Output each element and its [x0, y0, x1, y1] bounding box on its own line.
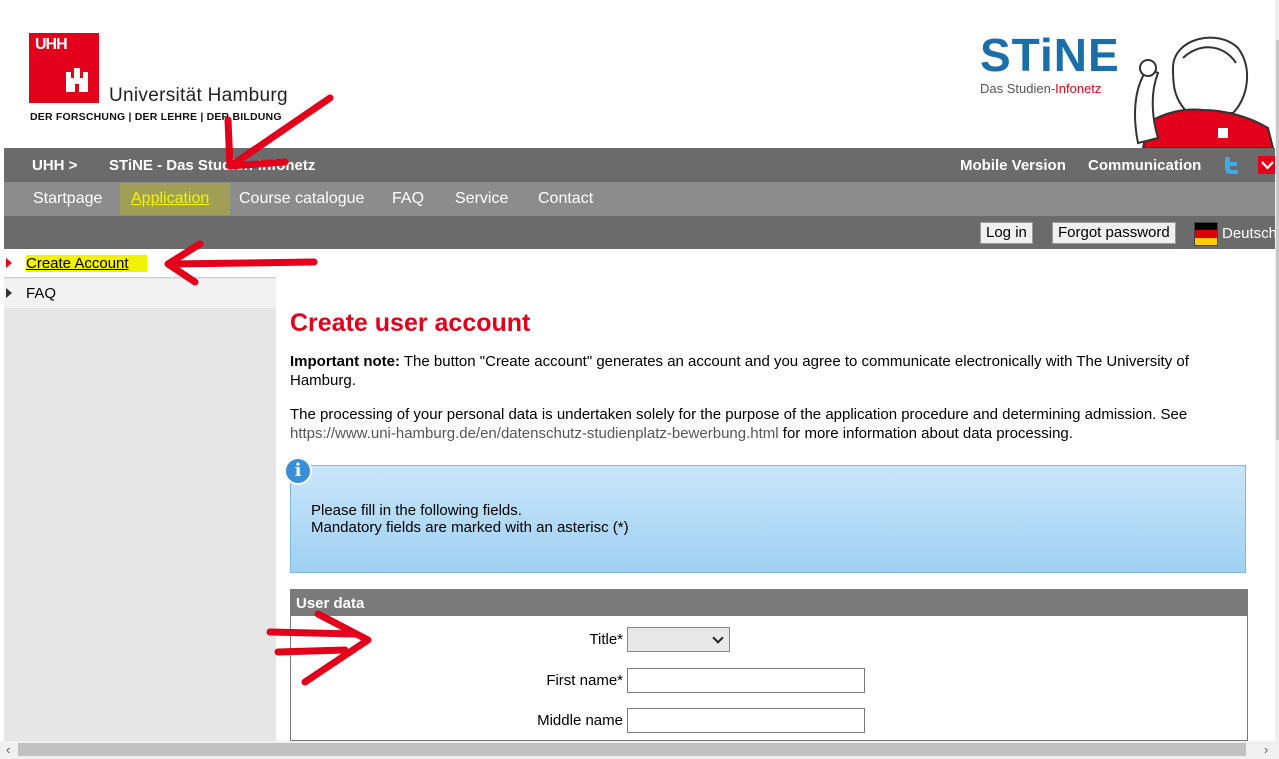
stine-logo[interactable]: STiNE [980, 28, 1120, 82]
sidebar-item-faq[interactable]: FAQ [4, 279, 276, 308]
middle-name-label: Middle name [537, 712, 623, 729]
university-name: Universität Hamburg [109, 85, 288, 106]
important-note-label: Important note: [290, 353, 400, 370]
stine-subtitle-a: Das Studien- [980, 81, 1056, 96]
uhh-logo[interactable]: UHH [29, 33, 99, 103]
privacy-note: The processing of your personal data is … [290, 405, 1240, 443]
stine-mascot-illustration [1134, 36, 1275, 148]
privacy-text: The processing of your personal data is … [290, 406, 1188, 423]
title-select[interactable] [627, 627, 730, 652]
login-button[interactable]: Log in [980, 222, 1033, 244]
castle-icon [66, 68, 88, 92]
chevron-down-icon [712, 632, 724, 644]
privacy-link[interactable]: https://www.uni-hamburg.de/en/datenschut… [290, 425, 779, 442]
stine-subtitle: Das Studien-Infonetz [980, 81, 1101, 96]
page-header: UHH Universität Hamburg DER FORSCHUNG | … [0, 0, 1279, 148]
triangle-right-icon [6, 258, 12, 268]
form-row-first-name: First name* [291, 668, 1249, 694]
nav-startpage[interactable]: Startpage [33, 190, 102, 208]
sidebar-item-label: Create Account [26, 255, 147, 272]
nav-faq[interactable]: FAQ [392, 190, 424, 208]
form-row-middle-name: Middle name [291, 708, 1249, 734]
info-box: i Please fill in the following fields. M… [284, 457, 1246, 573]
nav-application[interactable]: Application [131, 190, 209, 208]
important-note: Important note: The button "Create accou… [290, 352, 1240, 390]
middle-name-field[interactable] [627, 708, 865, 733]
nav-contact[interactable]: Contact [538, 190, 593, 208]
info-line-1: Please fill in the following fields. [311, 502, 522, 519]
stine-subtitle-b: Infonetz [1055, 81, 1102, 96]
triangle-right-icon [6, 288, 12, 298]
page-title: Create user account [290, 309, 531, 337]
first-name-label: First name* [546, 672, 623, 689]
breadcrumb-uhh[interactable]: UHH > [32, 157, 77, 174]
german-flag-icon[interactable] [1194, 222, 1218, 246]
breadcrumb-stine[interactable]: STiNE - Das Studien-Infonetz [109, 157, 315, 174]
info-line-2: Mandatory fields are marked with an aste… [311, 519, 629, 536]
title-label: Title* [589, 631, 623, 648]
sidebar-item-label: FAQ [26, 285, 57, 302]
login-bar: Log in Forgot password Deutsch [4, 216, 1279, 249]
horizontal-scrollbar-thumb[interactable] [18, 743, 1246, 756]
main-navigation: Startpage Application Course catalogue F… [4, 182, 1279, 216]
first-name-field[interactable] [627, 668, 865, 693]
horizontal-scrollbar[interactable]: ‹ › [0, 741, 1279, 759]
scroll-left-icon[interactable]: ‹ [6, 742, 10, 757]
university-claim: DER FORSCHUNG | DER LEHRE | DER BILDUNG [30, 111, 282, 123]
nav-course-catalogue[interactable]: Course catalogue [239, 190, 364, 208]
panel-title: User data [290, 589, 1248, 616]
important-note-text: The button "Create account" generates an… [290, 353, 1189, 389]
breadcrumb-bar: UHH > STiNE - Das Studien-Infonetz Mobil… [4, 148, 1279, 182]
sidebar: Create Account FAQ [4, 249, 276, 741]
scroll-right-icon[interactable]: › [1264, 742, 1268, 757]
privacy-tail: for more information about data processi… [778, 425, 1073, 442]
form-row-title: Title* [291, 627, 1249, 653]
communication-link[interactable]: Communication [1088, 157, 1201, 174]
forgot-password-button[interactable]: Forgot password [1052, 222, 1176, 244]
uhh-logo-letters: UHH [35, 36, 68, 53]
language-switch[interactable]: Deutsch [1222, 225, 1277, 242]
twitter-icon[interactable] [1222, 155, 1242, 175]
info-text: Please fill in the following fields. Man… [311, 502, 629, 536]
nav-service[interactable]: Service [455, 190, 508, 208]
info-icon: i [284, 457, 312, 485]
user-data-panel: User data Title* First name* Middle name [290, 589, 1248, 741]
mobile-version-link[interactable]: Mobile Version [960, 157, 1066, 174]
sidebar-item-create-account[interactable]: Create Account [4, 249, 276, 278]
